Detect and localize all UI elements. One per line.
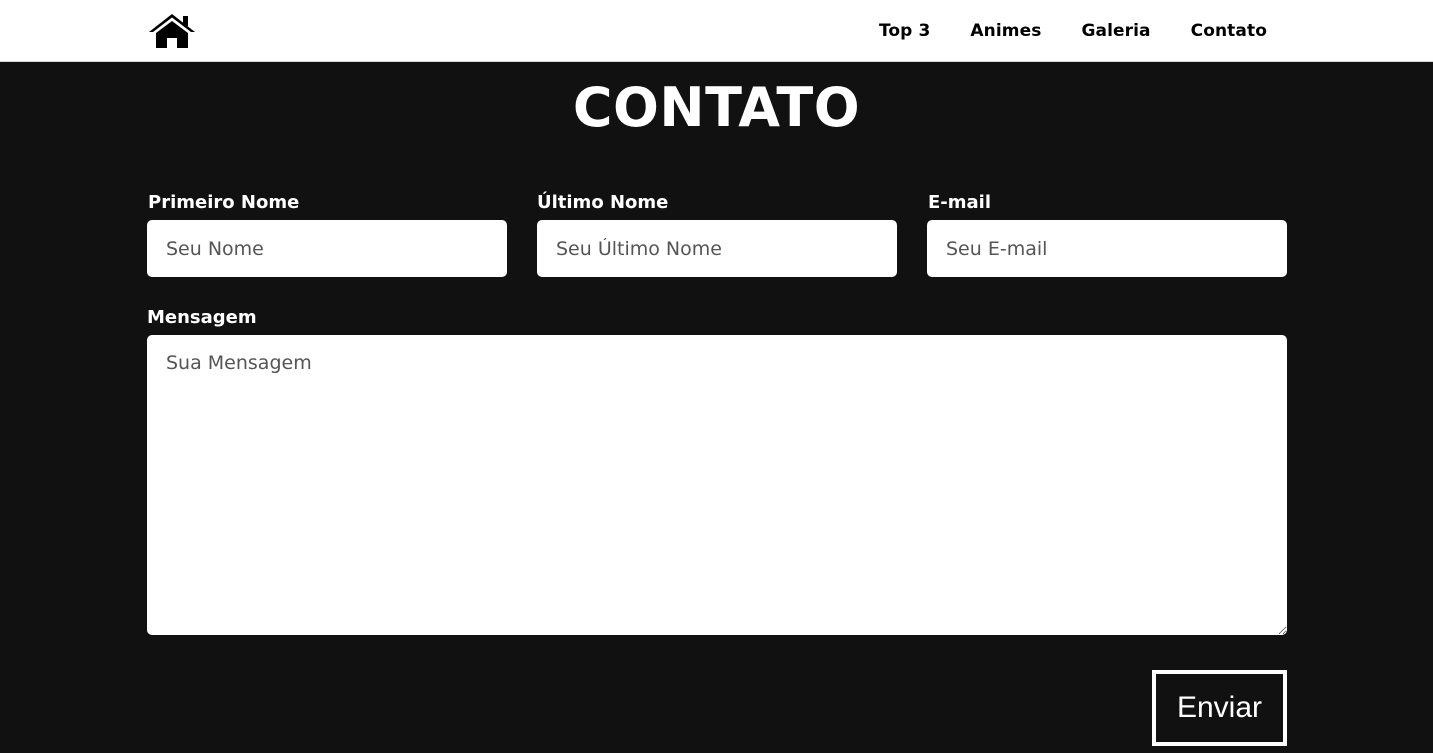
last-name-input[interactable] <box>537 220 897 277</box>
message-textarea[interactable] <box>147 335 1287 635</box>
nav-link-galeria[interactable]: Galeria <box>1081 21 1150 41</box>
nav-link-top3[interactable]: Top 3 <box>879 21 930 41</box>
home-icon <box>149 14 195 48</box>
last-name-label: Último Nome <box>537 192 669 213</box>
nav-link-contato[interactable]: Contato <box>1191 21 1267 41</box>
page-title: CONTATO <box>572 76 861 139</box>
main-nav: Top 3 Animes Galeria Contato <box>879 0 1267 62</box>
first-name-input[interactable] <box>147 220 507 277</box>
email-input[interactable] <box>927 220 1287 277</box>
message-label: Mensagem <box>147 307 257 328</box>
email-label: E-mail <box>928 192 992 213</box>
first-name-label: Primeiro Nome <box>148 192 300 213</box>
nav-link-animes[interactable]: Animes <box>970 21 1041 41</box>
navbar: Top 3 Animes Galeria Contato <box>0 0 1433 62</box>
submit-button[interactable]: Enviar <box>1152 670 1287 746</box>
home-link[interactable] <box>147 12 197 50</box>
